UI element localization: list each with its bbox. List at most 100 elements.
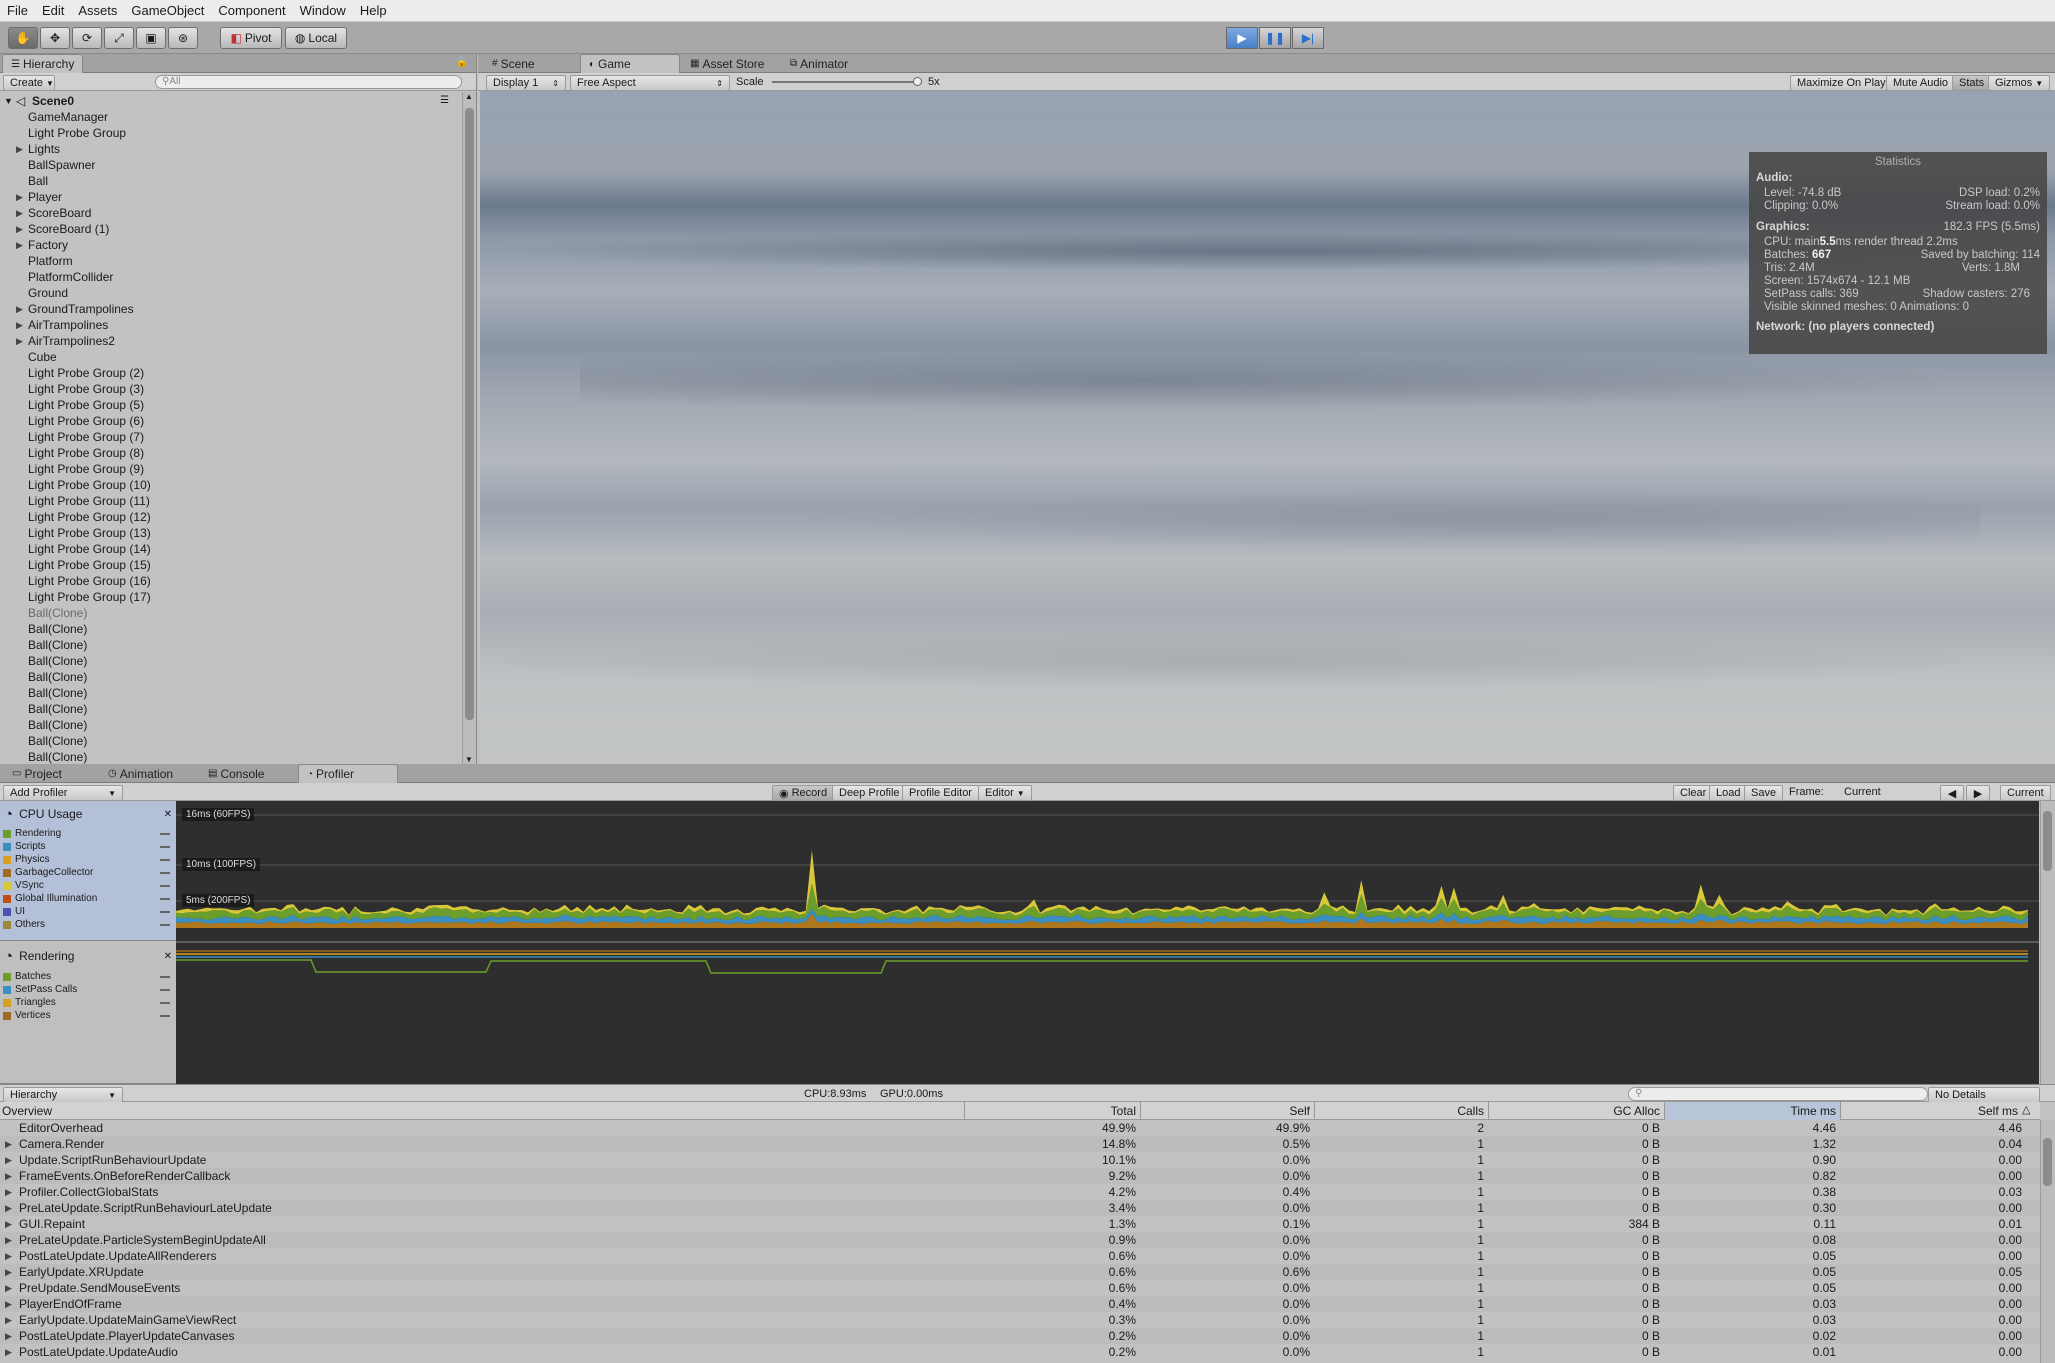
profile-editor-toggle[interactable]: Profile Editor: [902, 785, 979, 801]
scale-tool-button[interactable]: ⤢: [104, 27, 134, 49]
display-dropdown[interactable]: Display 1 ⇕: [486, 75, 566, 91]
hierarchy-item[interactable]: Ball(Clone): [0, 605, 476, 621]
hierarchy-item[interactable]: Light Probe Group (2): [0, 365, 476, 381]
profiler-graph-area[interactable]: 16ms (60FPS) 10ms (100FPS) 5ms (200FPS): [176, 801, 2039, 1084]
expand-arrow-icon[interactable]: ▶: [16, 189, 23, 205]
expand-arrow-icon[interactable]: ▶: [5, 1152, 12, 1168]
lock-icon[interactable]: 🔒: [456, 57, 468, 68]
expand-arrow-icon[interactable]: ▶: [5, 1200, 12, 1216]
hierarchy-item[interactable]: Light Probe Group (6): [0, 413, 476, 429]
expand-arrow-icon[interactable]: ▶: [5, 1312, 12, 1328]
details-dropdown[interactable]: No Details: [1928, 1087, 2040, 1103]
hierarchy-item[interactable]: Light Probe Group (5): [0, 397, 476, 413]
hierarchy-item[interactable]: ▶ Lights: [0, 141, 476, 157]
expand-arrow-icon[interactable]: ▶: [5, 1168, 12, 1184]
hierarchy-item[interactable]: ▶ ScoreBoard (1): [0, 221, 476, 237]
hierarchy-item[interactable]: ▶ ScoreBoard: [0, 205, 476, 221]
hierarchy-item[interactable]: Light Probe Group (10): [0, 477, 476, 493]
table-row[interactable]: ▶ PostLateUpdate.UpdateAudio 0.2% 0.0% 1 0 B 0…: [0, 1344, 2040, 1360]
graph-scrollbar[interactable]: [2040, 801, 2055, 1084]
table-row[interactable]: ▶ GUI.Repaint 1.3% 0.1% 1 384 B 0.11 0.01: [0, 1216, 2040, 1232]
hierarchy-item[interactable]: Ground: [0, 285, 476, 301]
expand-arrow-icon[interactable]: ▶: [5, 1280, 12, 1296]
legend-item[interactable]: Global Illumination: [0, 892, 176, 905]
table-row[interactable]: ▶ PlayerEndOfFrame 0.4% 0.0% 1 0 B 0.03 0.00: [0, 1296, 2040, 1312]
rendering-module[interactable]: ◔ Rendering ✕ Batches SetPass Calls Triang…: [0, 942, 176, 1084]
scroll-up-icon[interactable]: ▲: [465, 92, 473, 101]
expand-arrow-icon[interactable]: ▶: [16, 221, 23, 237]
hierarchy-item[interactable]: Ball(Clone): [0, 701, 476, 717]
hierarchy-item[interactable]: Ball(Clone): [0, 653, 476, 669]
hierarchy-item[interactable]: Light Probe Group (14): [0, 541, 476, 557]
legend-item[interactable]: UI: [0, 905, 176, 918]
rect-tool-button[interactable]: ▣: [136, 27, 166, 49]
tab-profiler[interactable]: ◔ Profiler: [298, 764, 398, 783]
hierarchy-item[interactable]: Ball(Clone): [0, 685, 476, 701]
hierarchy-item[interactable]: Light Probe Group (11): [0, 493, 476, 509]
rotate-tool-button[interactable]: ⟳: [72, 27, 102, 49]
expand-arrow-icon[interactable]: ▶: [5, 1184, 12, 1200]
add-profiler-dropdown[interactable]: Add Profiler ▼: [3, 785, 123, 801]
table-row[interactable]: ▶ FrameEvents.OnBeforeRenderCallback 9.2% 0…: [0, 1168, 2040, 1184]
table-row[interactable]: ▶ Camera.Render 14.8% 0.5% 1 0 B 1.32 0.04: [0, 1136, 2040, 1152]
scale-slider-handle[interactable]: [913, 77, 922, 86]
maximize-on-play-toggle[interactable]: Maximize On Play: [1790, 75, 1893, 91]
table-scrollbar[interactable]: [2040, 1120, 2055, 1363]
close-module-icon[interactable]: ✕: [164, 951, 172, 962]
current-frame-button[interactable]: Current: [2000, 785, 2051, 801]
clear-button[interactable]: Clear: [1673, 785, 1714, 801]
expand-arrow-icon[interactable]: ▶: [5, 1248, 12, 1264]
hierarchy-item[interactable]: Light Probe Group (13): [0, 525, 476, 541]
hierarchy-item[interactable]: Ball(Clone): [0, 733, 476, 749]
hierarchy-item[interactable]: ▶ AirTrampolines: [0, 317, 476, 333]
deep-profile-toggle[interactable]: Deep Profile: [832, 785, 907, 801]
hierarchy-item[interactable]: Light Probe Group (7): [0, 429, 476, 445]
menu-edit[interactable]: Edit: [35, 3, 71, 18]
transform-tool-button[interactable]: ⊛: [168, 27, 198, 49]
hierarchy-item[interactable]: PlatformCollider: [0, 269, 476, 285]
hierarchy-item[interactable]: Cube: [0, 349, 476, 365]
hierarchy-item[interactable]: Light Probe Group (12): [0, 509, 476, 525]
menu-file[interactable]: File: [0, 3, 35, 18]
header-total[interactable]: Total: [964, 1102, 1140, 1120]
tab-hierarchy[interactable]: ☰ Hierarchy: [2, 54, 84, 73]
expand-arrow-icon[interactable]: ▶: [5, 1344, 12, 1360]
hierarchy-scrollbar[interactable]: ▲ ▼: [462, 92, 476, 764]
prev-frame-button[interactable]: ◀: [1940, 785, 1964, 801]
table-row[interactable]: ▶ PreLateUpdate.ScriptRunBehaviourLateUpd…: [0, 1200, 2040, 1216]
expand-arrow-icon[interactable]: ▶: [5, 1136, 12, 1152]
expand-arrow-icon[interactable]: ▶: [16, 237, 23, 253]
table-row[interactable]: ▶ Update.ScriptRunBehaviourUpdate 10.1% 0.0…: [0, 1152, 2040, 1168]
create-dropdown[interactable]: Create ▼: [3, 75, 55, 91]
load-button[interactable]: Load: [1709, 785, 1748, 801]
hierarchy-item[interactable]: ▶ Factory: [0, 237, 476, 253]
hand-tool-button[interactable]: ✋: [8, 27, 38, 49]
table-row[interactable]: ▶ EarlyUpdate.UpdateMainGameViewRect 0.3% 0…: [0, 1312, 2040, 1328]
next-frame-button[interactable]: ▶: [1966, 785, 1990, 801]
hierarchy-item[interactable]: Ball(Clone): [0, 621, 476, 637]
table-row[interactable]: ▶ PostLateUpdate.UpdateAllRenderers 0.6% 0.…: [0, 1248, 2040, 1264]
legend-item[interactable]: VSync: [0, 879, 176, 892]
legend-item[interactable]: Triangles: [0, 996, 176, 1009]
legend-item[interactable]: Physics: [0, 853, 176, 866]
hierarchy-item[interactable]: BallSpawner: [0, 157, 476, 173]
step-button[interactable]: ▶|: [1292, 27, 1324, 49]
legend-item[interactable]: GarbageCollector: [0, 866, 176, 879]
local-button[interactable]: ◍ Local: [285, 27, 347, 49]
pause-button[interactable]: ❚❚: [1259, 27, 1291, 49]
play-button[interactable]: ▶: [1226, 27, 1258, 49]
record-toggle[interactable]: ◉ Record: [772, 785, 835, 801]
scale-slider[interactable]: [772, 81, 922, 83]
expand-arrow-icon[interactable]: ▶: [5, 1232, 12, 1248]
hierarchy-item[interactable]: ▶ AirTrampolines2: [0, 333, 476, 349]
hierarchy-item[interactable]: ▶ Player: [0, 189, 476, 205]
expand-arrow-icon[interactable]: ▶: [16, 301, 23, 317]
header-time-ms[interactable]: Time ms: [1664, 1102, 1840, 1120]
header-gc-alloc[interactable]: GC Alloc: [1488, 1102, 1664, 1120]
tab-game[interactable]: ◐ Game: [580, 54, 680, 73]
hierarchy-item[interactable]: Light Probe Group: [0, 125, 476, 141]
legend-item[interactable]: Scripts: [0, 840, 176, 853]
expand-arrow-icon[interactable]: ▶: [5, 1216, 12, 1232]
save-button[interactable]: Save: [1744, 785, 1784, 801]
table-row[interactable]: ▶ PostLateUpdate.PlayerUpdateCanvases 0.2%…: [0, 1328, 2040, 1344]
